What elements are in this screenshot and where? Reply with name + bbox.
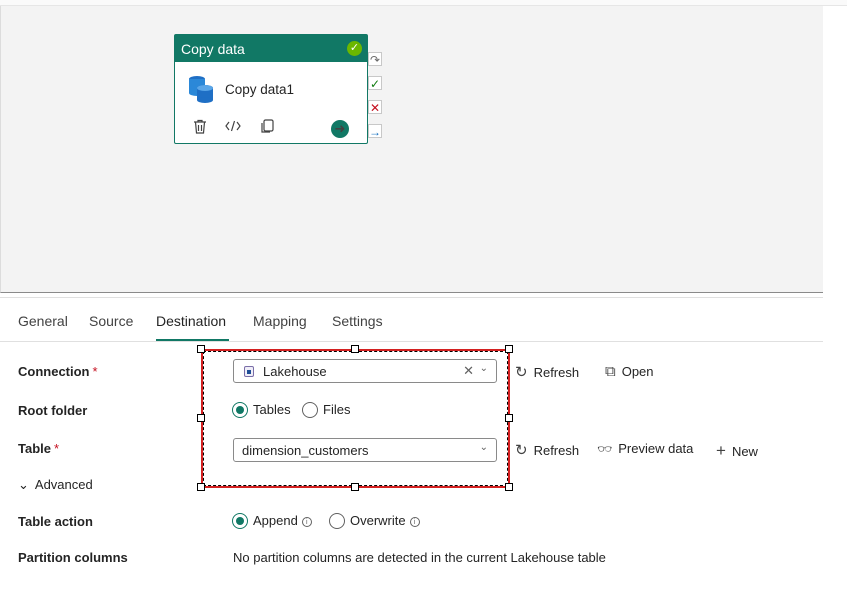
tab-source[interactable]: Source (89, 313, 133, 329)
on-failure-x-icon[interactable]: ✕ (368, 100, 382, 115)
connection-refresh-button[interactable]: ↻ Refresh (515, 363, 579, 381)
refresh-icon: ↻ (515, 442, 528, 459)
refresh-icon: ↻ (515, 364, 528, 381)
radio-indicator (329, 513, 345, 529)
resize-handle-bottom-left[interactable] (197, 483, 205, 491)
resize-handle-bottom[interactable] (351, 483, 359, 491)
open-external-icon: ⧉ (605, 363, 616, 380)
code-icon[interactable] (224, 119, 242, 137)
resize-handle-bottom-right[interactable] (505, 483, 513, 491)
panel-divider (0, 297, 823, 298)
table-action-append-radio[interactable]: Append i (232, 513, 312, 529)
required-asterisk: * (54, 441, 60, 456)
canvas-right-gutter (823, 6, 847, 293)
copy-icon[interactable] (258, 119, 276, 137)
table-label: Table * (18, 441, 60, 456)
resize-handle-top-right[interactable] (505, 345, 513, 353)
new-table-button[interactable]: + New (716, 441, 758, 461)
resize-handle-top-left[interactable] (197, 345, 205, 353)
table-action-label: Table action (18, 514, 93, 529)
partition-columns-message: No partition columns are detected in the… (233, 550, 606, 565)
resize-handle-left[interactable] (197, 414, 205, 422)
required-asterisk: * (92, 364, 98, 379)
activity-name: Copy data1 (225, 82, 295, 97)
root-folder-label: Root folder (18, 403, 88, 418)
tabs-baseline (0, 341, 823, 342)
connection-open-button[interactable]: ⧉ Open (605, 363, 654, 380)
tab-general[interactable]: General (18, 313, 68, 329)
activity-body: Copy data1 (175, 62, 367, 112)
activity-type-label: Copy data (181, 41, 245, 57)
resize-handle-top[interactable] (351, 345, 359, 353)
on-success-check-icon[interactable]: ✓ (368, 76, 382, 91)
plus-icon: + (716, 441, 726, 460)
dependency-icons: ↷ ✓ ✕ → (368, 52, 382, 148)
activity-header: Copy data ✓ (175, 35, 367, 62)
table-refresh-button[interactable]: ↻ Refresh (515, 441, 579, 459)
connection-label: Connection * (18, 364, 98, 379)
info-icon[interactable]: i (301, 517, 312, 527)
tab-destination[interactable]: Destination (156, 313, 226, 329)
success-check-icon: ✓ (347, 41, 362, 56)
resize-handle-right[interactable] (505, 414, 513, 422)
table-action-overwrite-radio[interactable]: Overwrite i (329, 513, 420, 529)
chevron-down-icon: ⌄ (18, 477, 29, 492)
copy-data-activity-card[interactable]: Copy data ✓ Copy data1 ➜ (174, 34, 368, 144)
preview-data-button[interactable]: 👓︎ Preview data (597, 441, 693, 456)
skip-arrow-icon[interactable]: ↷ (368, 52, 382, 67)
advanced-toggle[interactable]: ⌄ Advanced (18, 477, 93, 493)
glasses-icon: 👓︎ (597, 442, 613, 456)
selection-dashed-border (203, 351, 508, 486)
tab-settings[interactable]: Settings (332, 313, 383, 329)
arrow-right-icon[interactable]: ➜ (331, 120, 349, 138)
tab-mapping[interactable]: Mapping (253, 313, 307, 329)
delete-icon[interactable] (191, 119, 209, 137)
copy-data-database-icon (189, 76, 213, 103)
info-icon[interactable]: i (409, 517, 420, 527)
on-completion-arrow-icon[interactable]: → (368, 124, 382, 139)
radio-selected-indicator (232, 513, 248, 529)
partition-columns-label: Partition columns (18, 550, 128, 565)
pipeline-canvas[interactable] (0, 6, 823, 293)
activity-actions: ➜ (175, 114, 367, 140)
